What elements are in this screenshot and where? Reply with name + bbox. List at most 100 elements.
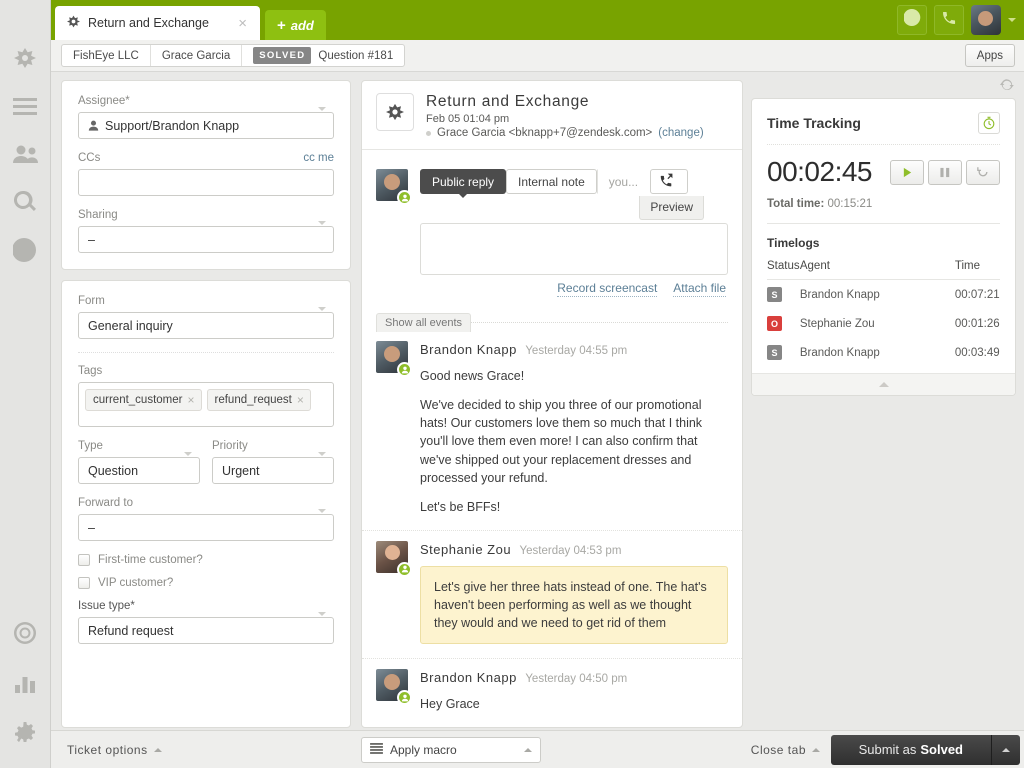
tag-chip[interactable]: refund_request × <box>207 389 311 411</box>
show-all-events-button[interactable]: Show all events <box>376 313 471 332</box>
row-status: O <box>767 309 800 338</box>
help-icon[interactable] <box>12 620 38 646</box>
ticket-avatar-gear-icon[interactable] <box>376 93 414 131</box>
phone-icon <box>941 10 957 31</box>
table-row: S Brandon Knapp 00:07:21 <box>767 280 1000 310</box>
row-agent: Brandon Knapp <box>800 338 955 367</box>
chevron-up-icon <box>524 748 532 752</box>
vip-customer-checkbox[interactable] <box>78 577 90 589</box>
preview-tab[interactable]: Preview <box>639 196 704 220</box>
status-badge: S <box>767 287 782 302</box>
attach-file-link[interactable]: Attach file <box>673 281 726 297</box>
sharing-select[interactable]: – <box>78 226 334 253</box>
first-time-customer-checkbox[interactable] <box>78 554 90 566</box>
views-icon[interactable] <box>12 93 38 119</box>
forward-to-label: Forward to <box>78 497 334 509</box>
apply-macro-button[interactable]: Apply macro <box>361 737 541 763</box>
composer-body: Public reply Internal note you... Previe… <box>420 169 728 297</box>
submit-button[interactable]: Submit as Solved <box>831 735 1020 765</box>
chevron-down-icon <box>184 452 192 456</box>
event-paragraph: Let's be BFFs! <box>420 498 728 516</box>
type-select[interactable]: Question <box>78 457 200 484</box>
breadcrumb-ticket[interactable]: SOLVED Question #181 <box>242 45 404 66</box>
tag-chip[interactable]: current_customer × <box>85 389 202 411</box>
close-tab-button[interactable]: Close tab <box>751 743 820 757</box>
user-avatar[interactable] <box>971 5 1001 35</box>
call-forward-button[interactable] <box>650 169 688 194</box>
conversation-scroll-area[interactable]: Public reply Internal note you... Previe… <box>362 155 742 727</box>
tags-input[interactable]: current_customer × refund_request × <box>78 382 334 427</box>
settings-icon[interactable] <box>12 720 38 746</box>
tab-more-channels[interactable]: you... <box>597 169 650 194</box>
assignee-select[interactable]: Support/Brandon Knapp <box>78 112 334 139</box>
tab-public-reply[interactable]: Public reply <box>420 169 506 194</box>
priority-select[interactable]: Urgent <box>212 457 334 484</box>
pause-timer-button[interactable] <box>928 160 962 185</box>
submit-status: Solved <box>920 742 963 757</box>
row-agent: Stephanie Zou <box>800 309 955 338</box>
timer-controls <box>890 160 1000 185</box>
issue-type-select[interactable]: Refund request <box>78 617 334 644</box>
sharing-field: Sharing – <box>78 209 334 253</box>
first-time-customer-label: First-time customer? <box>98 554 203 566</box>
tag-remove-icon[interactable]: × <box>187 393 194 407</box>
tag-remove-icon[interactable]: × <box>297 393 304 407</box>
apps-button[interactable]: Apps <box>965 44 1015 67</box>
event-body-wrap: Brandon Knapp Yesterday 04:50 pm Hey Gra… <box>420 669 728 713</box>
event-body-wrap: Stephanie Zou Yesterday 04:53 pm Let's g… <box>420 541 728 644</box>
stopwatch-icon[interactable] <box>978 112 1000 134</box>
breadcrumb-requester[interactable]: Grace Garcia <box>151 45 242 66</box>
reset-timer-button[interactable] <box>966 160 1000 185</box>
forward-to-select[interactable]: – <box>78 514 334 541</box>
chat-button[interactable] <box>897 5 927 35</box>
customers-icon[interactable] <box>12 141 38 167</box>
reporting-icon[interactable] <box>12 670 38 696</box>
vip-customer-label: VIP customer? <box>98 577 173 589</box>
refresh-icon[interactable] <box>1000 78 1014 97</box>
record-screencast-link[interactable]: Record screencast <box>557 281 657 297</box>
form-select[interactable]: General inquiry <box>78 312 334 339</box>
type-label: Type <box>78 440 200 452</box>
chat-icon[interactable] <box>12 237 38 263</box>
agent-badge-icon <box>397 362 412 377</box>
breadcrumb-org[interactable]: FishEye LLC <box>62 45 151 66</box>
ccs-input[interactable] <box>78 169 334 196</box>
chevron-up-icon <box>879 382 889 387</box>
reply-textarea[interactable] <box>420 223 728 275</box>
avatar <box>376 341 408 373</box>
cc-me-link[interactable]: cc me <box>303 152 334 164</box>
tab-close-icon[interactable]: × <box>235 16 250 31</box>
bullet-icon <box>426 131 431 136</box>
tab-internal-note[interactable]: Internal note <box>506 169 597 194</box>
left-nav-rail <box>0 0 51 768</box>
assignee-field: Assignee* Support/Brandon Knapp <box>78 95 334 139</box>
tab-return-and-exchange[interactable]: Return and Exchange × <box>55 6 260 40</box>
tags-field: Tags current_customer × refund_request × <box>78 365 334 427</box>
zendesk-logo-icon[interactable] <box>12 45 38 71</box>
column-status: Status <box>767 260 800 280</box>
forward-to-value: – <box>88 521 95 535</box>
collapse-app-button[interactable] <box>752 373 1015 395</box>
change-requester-link[interactable]: (change) <box>658 127 703 139</box>
form-field: Form General inquiry <box>78 295 334 339</box>
type-value: Question <box>88 464 138 478</box>
table-row: O Stephanie Zou 00:01:26 <box>767 309 1000 338</box>
chevron-down-icon <box>318 107 326 111</box>
divider <box>78 352 334 353</box>
submit-dropdown-button[interactable] <box>992 735 1020 765</box>
type-priority-row: Type Question Priority Urgent <box>78 440 334 484</box>
event-paragraph: Hey Grace <box>420 695 728 713</box>
submit-main[interactable]: Submit as Solved <box>831 735 992 765</box>
ccs-label: CCs <box>78 152 334 164</box>
top-bar: Return and Exchange × + add <box>51 0 1024 40</box>
start-timer-button[interactable] <box>890 160 924 185</box>
type-field: Type Question <box>78 440 200 484</box>
ticket-options-button[interactable]: Ticket options <box>67 743 162 757</box>
talk-button[interactable] <box>934 5 964 35</box>
row-status: S <box>767 338 800 367</box>
form-value: General inquiry <box>88 319 173 333</box>
search-icon[interactable] <box>12 189 38 215</box>
add-tab-button[interactable]: + add <box>265 10 326 40</box>
top-bar-actions <box>897 5 1016 35</box>
user-menu-chevron-down-icon[interactable] <box>1008 18 1016 22</box>
